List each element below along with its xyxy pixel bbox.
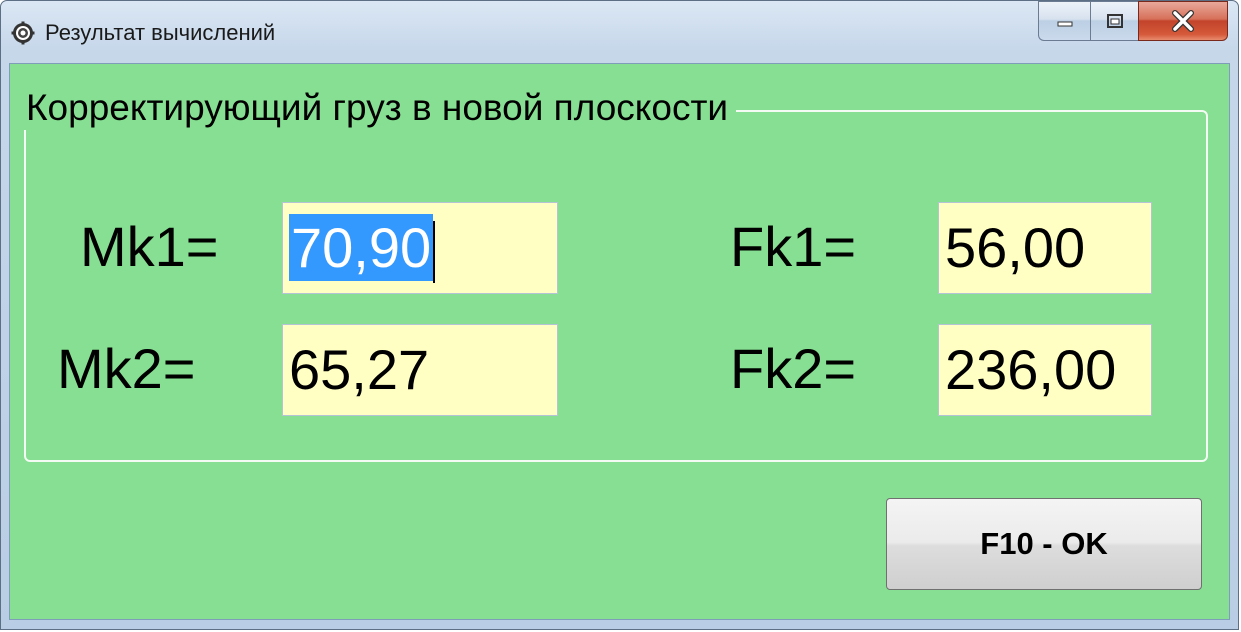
mk2-field[interactable]: 65,27: [282, 324, 558, 416]
minimize-button[interactable]: [1038, 1, 1090, 41]
maximize-button[interactable]: [1090, 1, 1138, 41]
mk1-value: 70,90: [289, 214, 434, 281]
fk2-value: 236,00: [945, 338, 1117, 401]
window-title: Результат вычислений: [45, 20, 276, 45]
maximize-icon: [1106, 14, 1123, 28]
fk1-field[interactable]: 56,00: [938, 202, 1152, 294]
mk2-label: Mk2=: [57, 337, 196, 400]
mk2-value: 65,27: [289, 338, 430, 401]
fk1-value: 56,00: [945, 216, 1086, 279]
fk2-label: Fk2=: [730, 337, 857, 400]
fk1-label: Fk1=: [730, 215, 857, 278]
mk1-field[interactable]: 70,90: [282, 202, 558, 294]
fk2-field[interactable]: 236,00: [938, 324, 1152, 416]
title-bar[interactable]: Результат вычислений: [1, 1, 1238, 63]
ok-button[interactable]: F10 - OK: [886, 498, 1202, 590]
close-button[interactable]: [1138, 1, 1228, 41]
dialog-window: Результат вычислений Корректирующий груз…: [0, 0, 1239, 630]
minimize-icon: [1057, 21, 1072, 27]
gear-icon: [11, 21, 35, 45]
close-icon: [1172, 10, 1194, 32]
window-controls: [1038, 1, 1228, 41]
group-caption: Корректирующий груз в новой плоскости: [22, 86, 737, 130]
mk1-label: Mk1=: [80, 215, 219, 278]
dialog-client-area: Корректирующий груз в новой плоскости Mk…: [9, 63, 1230, 620]
text-caret: [433, 221, 436, 284]
